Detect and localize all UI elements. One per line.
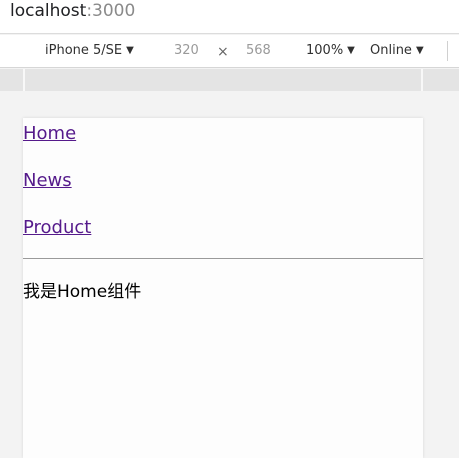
- caret-down-icon: ▼: [415, 45, 424, 56]
- url-text[interactable]: localhost:3000: [10, 1, 135, 21]
- throttle-select[interactable]: Online ▼: [370, 43, 424, 58]
- caret-down-icon: ▼: [347, 45, 355, 56]
- device-viewport: Home News Product 我是Home组件: [23, 118, 423, 458]
- times-icon: ×: [217, 44, 229, 60]
- zoom-label: 100%: [306, 43, 344, 58]
- nav-link-product[interactable]: Product: [23, 217, 91, 238]
- media-query-ruler[interactable]: [0, 69, 459, 91]
- zoom-select[interactable]: 100% ▼: [306, 43, 355, 58]
- url-port: :3000: [86, 1, 136, 21]
- home-component-text: 我是Home组件: [23, 282, 142, 302]
- device-select[interactable]: iPhone 5/SE ▼: [45, 43, 134, 58]
- width-input[interactable]: 320: [174, 43, 199, 58]
- ruler-divider: [23, 69, 25, 91]
- caret-down-icon: ▼: [126, 45, 134, 56]
- address-bar[interactable]: localhost:3000: [0, 0, 459, 34]
- throttle-label: Online: [370, 43, 412, 58]
- horizontal-rule: [23, 258, 423, 259]
- url-host: localhost: [10, 1, 87, 21]
- toolbar-divider: [447, 41, 448, 61]
- nav-link-home[interactable]: Home: [23, 123, 76, 144]
- device-toolbar: iPhone 5/SE ▼ 320 × 568 100% ▼ Online ▼: [0, 35, 459, 68]
- ruler-divider: [421, 69, 423, 91]
- device-label: iPhone 5/SE: [45, 43, 123, 58]
- height-input[interactable]: 568: [246, 43, 271, 58]
- nav-link-news[interactable]: News: [23, 170, 72, 191]
